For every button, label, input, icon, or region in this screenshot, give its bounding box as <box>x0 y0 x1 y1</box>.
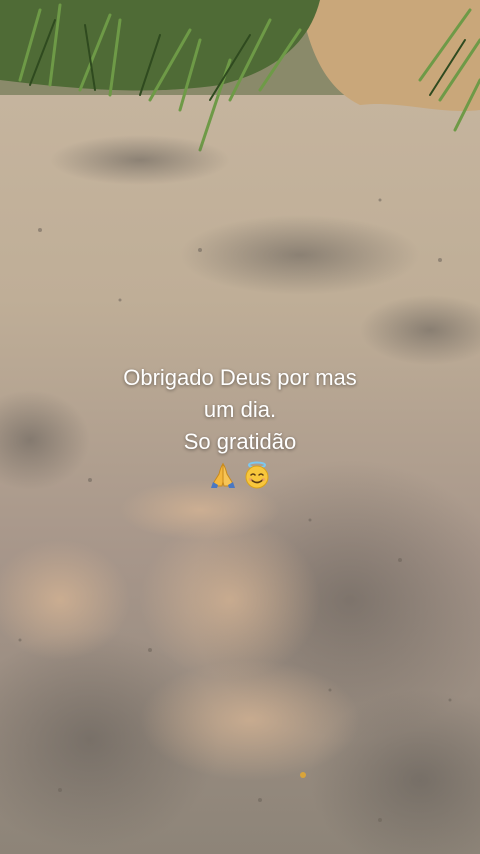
caption-line-2: um dia. <box>203 397 277 422</box>
smiling-face-with-halo-icon <box>245 461 269 489</box>
emoji-row <box>40 460 440 490</box>
caption-line-1: Obrigado Deus por mas <box>123 365 357 390</box>
folded-hands-icon <box>211 462 235 488</box>
story-view[interactable]: Obrigado Deus por mas um dia. So gratidã… <box>0 0 480 854</box>
caption-line-3: So gratidão <box>183 429 297 454</box>
story-caption: Obrigado Deus por mas um dia. So gratidã… <box>40 362 440 490</box>
